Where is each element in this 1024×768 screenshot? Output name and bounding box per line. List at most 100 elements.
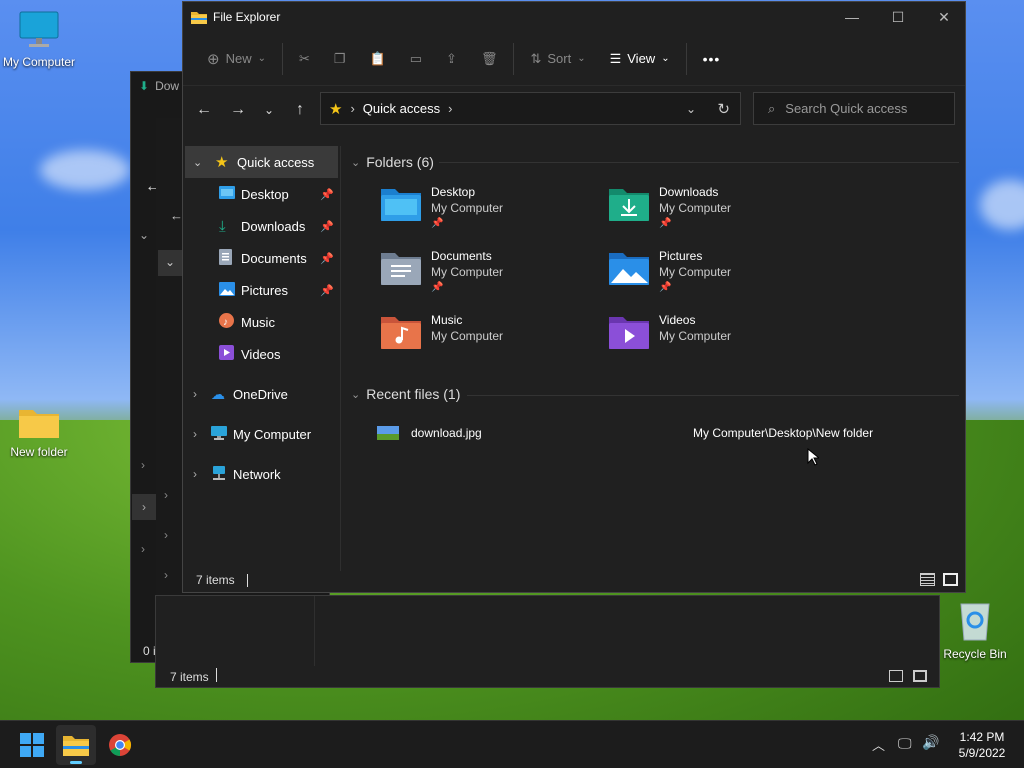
search-input[interactable]: ⌕ Search Quick access <box>753 92 955 125</box>
pin-icon: 📌 <box>320 220 334 233</box>
title-bar[interactable]: File Explorer — ☐ ✕ <box>183 2 965 32</box>
folder-location: My Computer <box>659 201 732 215</box>
show-hidden-icons-button[interactable]: ︿ <box>872 735 885 754</box>
sidebar-item-pictures[interactable]: Pictures 📌 <box>183 274 340 306</box>
windows-logo-icon <box>20 733 44 757</box>
plus-circle-icon: ⊕ <box>207 50 220 68</box>
sidebar-item-label: Videos <box>241 346 281 362</box>
chevron-down-icon: ⌄ <box>139 228 150 242</box>
sidebar-item-label: Documents <box>241 250 307 266</box>
see-more-button[interactable]: ••• <box>691 41 733 77</box>
cloud-icon: ☁ <box>211 385 225 402</box>
sidebar-item-videos[interactable]: Videos <box>183 338 340 370</box>
minimize-button[interactable]: — <box>829 2 875 32</box>
folder-name: Desktop <box>431 185 476 199</box>
file-path: My Computer\Desktop\New folder <box>693 426 874 440</box>
volume-icon[interactable]: 🔊 <box>922 734 939 751</box>
item-count: 7 items <box>196 573 235 587</box>
sidebar-item-network[interactable]: › Network <box>183 458 340 490</box>
music-folder-icon <box>381 317 421 349</box>
desktop-icon-my-computer[interactable]: My Computer <box>0 10 79 69</box>
new-button[interactable]: ⊕ New ⌄ <box>195 41 278 77</box>
recent-file-row[interactable]: download.jpg My Computer\Desktop\New fol… <box>377 422 937 444</box>
tiles-view-icon[interactable] <box>943 573 958 586</box>
taskbar-chrome[interactable] <box>100 725 140 765</box>
folder-tile-downloads[interactable]: Downloads My Computer 📌 <box>607 184 731 232</box>
status-count: 0 i <box>143 644 156 658</box>
videos-folder-icon <box>609 317 649 349</box>
sidebar-item-my-computer[interactable]: › My Computer <box>183 418 340 450</box>
mouse-cursor-icon <box>807 448 819 466</box>
chevron-right-icon: › <box>193 387 197 401</box>
pin-icon: 📌 <box>320 252 334 265</box>
chevron-right-icon: › <box>164 528 168 542</box>
refresh-icon[interactable]: ↻ <box>717 100 730 118</box>
delete-button[interactable]: 🗑 <box>469 41 510 77</box>
desktop-icon-recycle-bin[interactable]: Recycle Bin <box>935 598 1015 661</box>
rename-button[interactable]: ▭ <box>398 41 434 77</box>
share-icon: ⇪ <box>446 50 457 66</box>
back-arrow-icon: ← <box>196 101 212 118</box>
chevron-up-icon: ︿ <box>872 738 886 753</box>
star-icon: ★ <box>329 100 343 118</box>
background-explorer-window-2[interactable]: 7 items <box>155 595 940 688</box>
breadcrumb-quick-access[interactable]: Quick access <box>363 101 440 116</box>
back-button[interactable]: ← <box>187 94 221 126</box>
chevron-right-icon: › <box>164 488 168 502</box>
folder-tile-pictures[interactable]: Pictures My Computer 📌 <box>607 248 731 296</box>
folder-tile-desktop[interactable]: Desktop My Computer 📌 <box>379 184 503 232</box>
sidebar-item-documents[interactable]: Documents 📌 <box>183 242 340 274</box>
recent-locations-button[interactable]: ⌄ <box>255 94 283 126</box>
tiles-view-icon[interactable] <box>913 670 927 682</box>
clipboard-icon: 📋 <box>369 50 386 66</box>
sidebar-item-desktop[interactable]: Desktop 📌 <box>183 178 340 210</box>
desktop-icon-new-folder[interactable]: New folder <box>0 404 79 459</box>
chevron-down-icon[interactable]: ⌄ <box>686 102 696 116</box>
start-button[interactable] <box>12 725 52 765</box>
copy-icon: ❐ <box>333 50 346 66</box>
address-bar[interactable]: ★ › Quick access › ⌄ ↻ <box>320 92 741 125</box>
folder-tile-documents[interactable]: Documents My Computer 📌 <box>379 248 503 296</box>
details-view-icon[interactable] <box>920 573 935 586</box>
copy-button[interactable]: ❐ <box>322 41 358 77</box>
folder-name: Videos <box>659 313 696 327</box>
folder-location: My Computer <box>431 329 504 343</box>
sidebar-item-onedrive[interactable]: › ☁ OneDrive <box>183 378 340 410</box>
sidebar-item-quick-access[interactable]: ⌄ ★ Quick access <box>185 146 338 178</box>
chevron-right-icon: › <box>132 494 156 520</box>
navigation-bar: ← → ⌄ ↑ ★ › Quick access › ⌄ ↻ ⌕ Search … <box>183 86 965 134</box>
taskbar-file-explorer[interactable] <box>56 725 96 765</box>
forward-button[interactable]: → <box>221 94 255 126</box>
download-folder-icon <box>609 189 649 221</box>
view-button[interactable]: ☰ View ⌄ <box>598 41 682 77</box>
window-title: Dow <box>155 79 180 93</box>
file-explorer-window[interactable]: File Explorer — ☐ ✕ ⊕ New ⌄ ✂ ❐ 📋 ▭ ⇪ 🗑 ⇅ S… <box>182 1 966 593</box>
folder-tile-music[interactable]: Music My Computer <box>379 312 503 352</box>
sort-button[interactable]: ⇅ Sort ⌄ <box>518 41 597 77</box>
sidebar-item-downloads[interactable]: ⤓ Downloads 📌 <box>183 210 340 242</box>
network-status-icon[interactable]: 🖵 <box>898 735 912 752</box>
recent-files-section-header[interactable]: ⌄ Recent files (1) <box>343 380 460 408</box>
details-view-icon[interactable] <box>889 670 903 682</box>
desktop-icon-label: New folder <box>10 445 68 459</box>
up-button[interactable]: ↑ <box>283 94 317 126</box>
cut-button[interactable]: ✂ <box>287 41 322 77</box>
sidebar-item-label: Network <box>233 466 281 482</box>
document-icon <box>219 248 232 265</box>
maximize-button[interactable]: ☐ <box>875 2 921 32</box>
folder-tile-videos[interactable]: Videos My Computer <box>607 312 731 352</box>
sidebar-item-music[interactable]: ♪ Music <box>183 306 340 338</box>
view-list-icon: ☰ <box>609 50 622 66</box>
clock[interactable]: 1:42 PM 5/9/2022 <box>948 729 1016 761</box>
music-icon: ♪ <box>219 313 234 328</box>
breadcrumb-separator-icon: › <box>448 101 453 116</box>
sidebar-item-label: Quick access <box>237 154 315 170</box>
desktop-folder-icon <box>381 189 421 221</box>
share-button[interactable]: ⇪ <box>434 41 469 77</box>
chevron-right-icon: › <box>141 542 145 556</box>
search-icon: ⌕ <box>768 100 776 116</box>
close-button[interactable]: ✕ <box>921 2 967 32</box>
chevron-down-icon: ⌄ <box>351 388 361 401</box>
chevron-down-icon: ⌄ <box>158 250 182 276</box>
paste-button[interactable]: 📋 <box>358 41 398 77</box>
